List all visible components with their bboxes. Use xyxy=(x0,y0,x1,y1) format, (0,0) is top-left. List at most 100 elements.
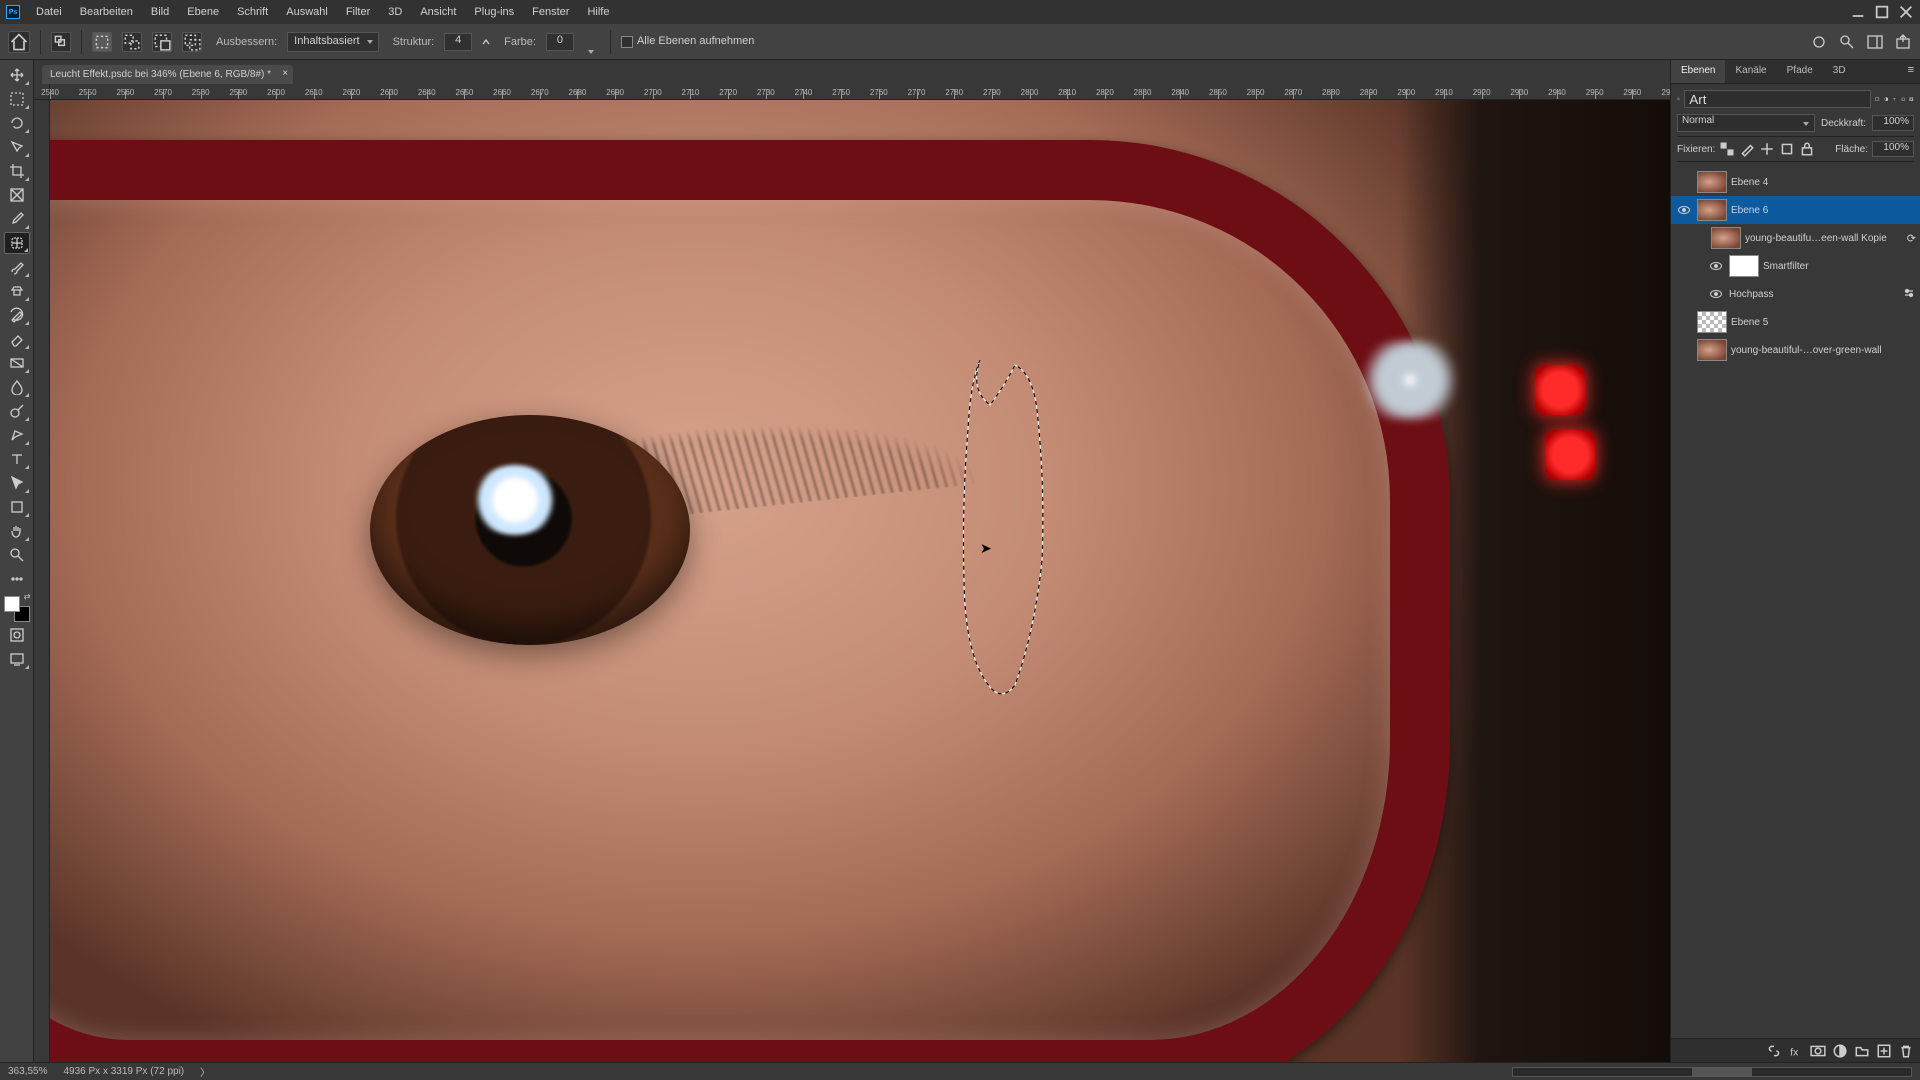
filter-pixel-icon[interactable] xyxy=(1875,91,1880,107)
zoom-level[interactable]: 363,55% xyxy=(8,1066,47,1077)
struktur-input[interactable]: 4 xyxy=(444,33,472,51)
tool-preset-picker[interactable] xyxy=(51,32,71,52)
patch-subtract-selection-button[interactable] xyxy=(152,32,172,52)
layer-row[interactable]: young-beautifu…een-wall Kopie⟳ xyxy=(1671,224,1920,252)
patch-intersect-selection-button[interactable] xyxy=(182,32,202,52)
document-dimensions[interactable]: 4936 Px x 3319 Px (72 ppi) xyxy=(63,1066,184,1077)
eraser-tool[interactable] xyxy=(4,328,30,350)
brush-tool[interactable] xyxy=(4,256,30,278)
clone-stamp-tool[interactable] xyxy=(4,280,30,302)
lock-pixels-button[interactable] xyxy=(1739,141,1755,157)
layer-thumbnail[interactable] xyxy=(1697,339,1727,361)
menu-bearbeiten[interactable]: Bearbeiten xyxy=(72,2,141,22)
layer-row[interactable]: Ebene 5 xyxy=(1671,308,1920,336)
alle-ebenen-checkbox[interactable]: Alle Ebenen aufnehmen xyxy=(621,35,754,47)
filter-smart-icon[interactable] xyxy=(1909,91,1914,107)
cloud-docs-icon[interactable] xyxy=(1810,33,1828,51)
dodge-tool[interactable] xyxy=(4,400,30,422)
fill-input[interactable]: 100% xyxy=(1872,141,1914,157)
marquee-tool[interactable] xyxy=(4,88,30,110)
layer-visibility-toggle[interactable] xyxy=(1675,201,1693,219)
layer-visibility-toggle[interactable] xyxy=(1707,257,1725,275)
group-layers-button[interactable] xyxy=(1854,1043,1870,1059)
ausbessern-select[interactable]: Inhaltsbasiert xyxy=(287,32,378,52)
screen-mode-button[interactable] xyxy=(4,648,30,670)
patch-tool[interactable] xyxy=(4,232,30,254)
search-icon[interactable] xyxy=(1838,33,1856,51)
farbe-input[interactable]: 0 xyxy=(546,33,574,51)
menu-plugins[interactable]: Plug-ins xyxy=(466,2,522,22)
window-close-button[interactable] xyxy=(1898,5,1914,19)
tab-3d[interactable]: 3D xyxy=(1823,60,1856,83)
layer-name-label[interactable]: Ebene 6 xyxy=(1731,205,1916,216)
layer-thumbnail[interactable] xyxy=(1697,311,1727,333)
color-swatches[interactable]: ⇄ xyxy=(4,596,30,622)
filter-adjust-icon[interactable] xyxy=(1884,91,1889,107)
lock-transparency-button[interactable] xyxy=(1719,141,1735,157)
layer-name-label[interactable]: young-beautifu…een-wall Kopie xyxy=(1745,233,1899,244)
layer-name-label[interactable]: Smartfilter xyxy=(1763,261,1916,272)
filter-shape-icon[interactable] xyxy=(1901,91,1906,107)
new-layer-button[interactable] xyxy=(1876,1043,1892,1059)
edit-toolbar-button[interactable] xyxy=(4,568,30,590)
home-button[interactable] xyxy=(8,31,30,53)
history-brush-tool[interactable] xyxy=(4,304,30,326)
lock-position-button[interactable] xyxy=(1759,141,1775,157)
workspace-icon[interactable] xyxy=(1866,33,1884,51)
blend-mode-select[interactable]: Normal xyxy=(1677,114,1815,132)
eyedropper-tool[interactable] xyxy=(4,208,30,230)
layer-visibility-toggle[interactable] xyxy=(1675,313,1693,331)
delete-layer-button[interactable] xyxy=(1898,1043,1914,1059)
vertical-ruler[interactable] xyxy=(34,100,50,1062)
window-maximize-button[interactable] xyxy=(1874,5,1890,19)
layer-name-label[interactable]: young-beautiful-…over-green-wall xyxy=(1731,345,1916,356)
adjustment-layer-button[interactable] xyxy=(1832,1043,1848,1059)
opacity-input[interactable]: 100% xyxy=(1872,115,1914,131)
struktur-step-up[interactable] xyxy=(482,39,490,45)
type-tool[interactable] xyxy=(4,448,30,470)
tab-ebenen[interactable]: Ebenen xyxy=(1671,60,1725,83)
layer-thumbnail[interactable] xyxy=(1729,255,1759,277)
tab-close-button[interactable]: × xyxy=(282,68,288,79)
menu-fenster[interactable]: Fenster xyxy=(524,2,577,22)
layer-thumbnail[interactable] xyxy=(1697,171,1727,193)
layer-row[interactable]: Ebene 6 xyxy=(1671,196,1920,224)
menu-bild[interactable]: Bild xyxy=(143,2,177,22)
move-tool[interactable] xyxy=(4,64,30,86)
status-disclosure[interactable]: 〉 xyxy=(200,1064,210,1079)
layer-filter-input[interactable] xyxy=(1684,90,1871,108)
lock-all-button[interactable] xyxy=(1799,141,1815,157)
layer-name-label[interactable]: Ebene 4 xyxy=(1731,177,1916,188)
menu-ebene[interactable]: Ebene xyxy=(179,2,227,22)
path-select-tool[interactable] xyxy=(4,472,30,494)
horizontal-ruler[interactable]: 2540255025602570258025902600261026202630… xyxy=(34,84,1670,100)
frame-tool[interactable] xyxy=(4,184,30,206)
crop-tool[interactable] xyxy=(4,160,30,182)
gradient-tool[interactable] xyxy=(4,352,30,374)
pen-tool[interactable] xyxy=(4,424,30,446)
shape-tool[interactable] xyxy=(4,496,30,518)
layer-name-label[interactable]: Hochpass xyxy=(1729,289,1898,300)
menu-datei[interactable]: Datei xyxy=(28,2,70,22)
layer-thumbnail[interactable] xyxy=(1697,199,1727,221)
lasso-tool[interactable] xyxy=(4,112,30,134)
patch-add-selection-button[interactable] xyxy=(122,32,142,52)
menu-schrift[interactable]: Schrift xyxy=(229,2,276,22)
patch-new-selection-button[interactable] xyxy=(92,32,112,52)
share-icon[interactable] xyxy=(1894,33,1912,51)
layer-visibility-toggle[interactable] xyxy=(1675,173,1693,191)
layer-row[interactable]: Smartfilter xyxy=(1671,252,1920,280)
layer-visibility-toggle[interactable] xyxy=(1707,285,1725,303)
layer-row[interactable]: Hochpass xyxy=(1671,280,1920,308)
window-minimize-button[interactable] xyxy=(1850,5,1866,19)
menu-3d[interactable]: 3D xyxy=(380,2,410,22)
menu-hilfe[interactable]: Hilfe xyxy=(579,2,617,22)
layer-name-label[interactable]: Ebene 5 xyxy=(1731,317,1916,328)
layer-visibility-toggle[interactable] xyxy=(1689,229,1707,247)
tab-kanaele[interactable]: Kanäle xyxy=(1725,60,1776,83)
swap-colors-icon[interactable]: ⇄ xyxy=(24,592,31,601)
zoom-tool[interactable] xyxy=(4,544,30,566)
canvas[interactable]: ➤ xyxy=(50,100,1670,1062)
menu-ansicht[interactable]: Ansicht xyxy=(412,2,464,22)
lock-artboard-button[interactable] xyxy=(1779,141,1795,157)
